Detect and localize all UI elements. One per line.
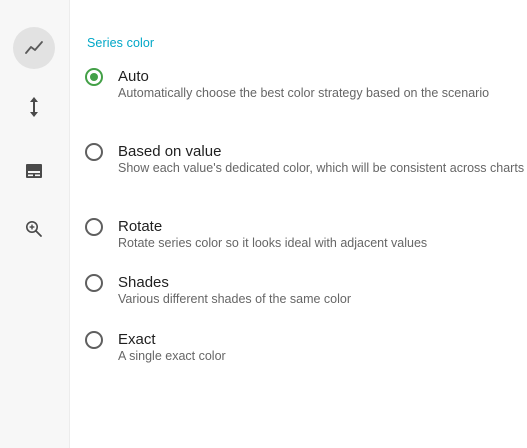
option-description: Rotate series color so it looks ideal wi… xyxy=(118,236,428,250)
option-label: Shades xyxy=(118,274,169,291)
option-description: A single exact color xyxy=(118,349,226,363)
series-color-panel: Series color Auto Automatically choose t… xyxy=(70,0,527,448)
option-label: Exact xyxy=(118,331,156,348)
radio-exact[interactable] xyxy=(85,331,103,349)
radio-shades[interactable] xyxy=(85,274,103,292)
rail-button-legend[interactable] xyxy=(13,150,55,192)
option-description: Various different shades of the same col… xyxy=(118,292,352,306)
option-description: Show each value's dedicated color, which… xyxy=(118,161,525,175)
rail-button-axis[interactable] xyxy=(13,86,55,128)
zoom-in-icon xyxy=(26,221,42,237)
section-title: Series color xyxy=(87,36,155,50)
rail-button-zoom[interactable] xyxy=(13,208,55,250)
radio-rotate[interactable] xyxy=(85,218,103,236)
radio-based-on-value[interactable] xyxy=(85,143,103,161)
rail-button-series[interactable] xyxy=(13,27,55,69)
option-description: Automatically choose the best color stra… xyxy=(118,86,490,100)
radio-selected-dot xyxy=(90,73,98,81)
option-label: Based on value xyxy=(118,143,222,160)
line-chart-icon xyxy=(25,41,43,54)
chart-settings-window: Series color Auto Automatically choose t… xyxy=(0,0,527,448)
option-label: Rotate xyxy=(118,218,163,235)
settings-tool-rail xyxy=(0,0,70,448)
legend-icon xyxy=(26,164,42,178)
radio-auto[interactable] xyxy=(85,68,103,86)
option-label: Auto xyxy=(118,68,149,85)
vertical-resize-icon xyxy=(30,97,38,117)
